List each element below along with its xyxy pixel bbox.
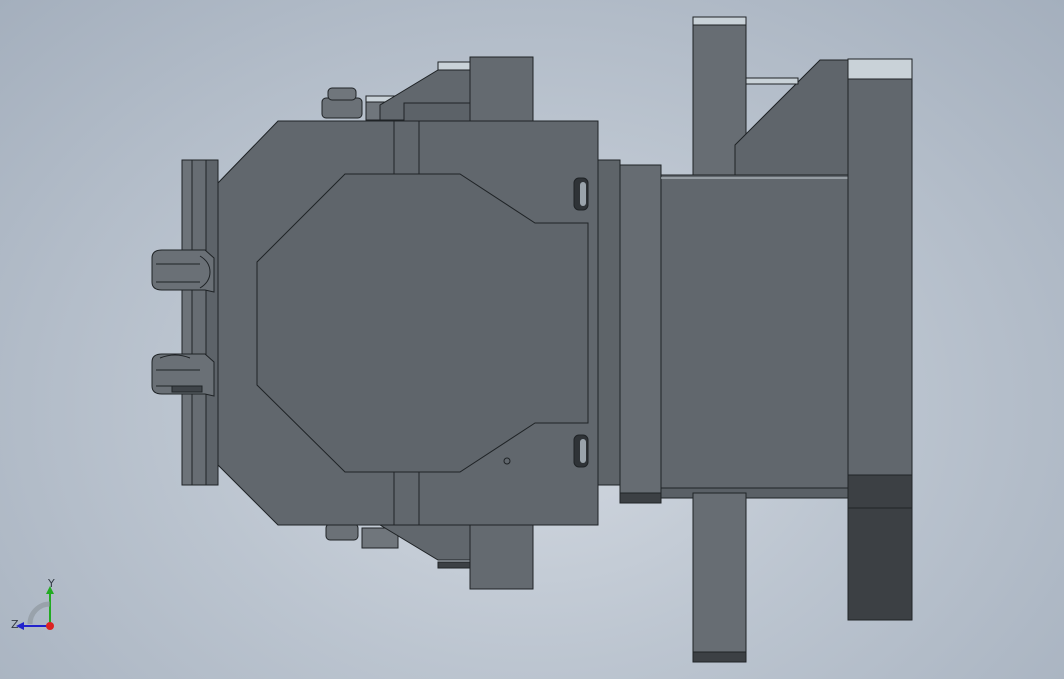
bottom-clip (151, 353, 215, 397)
z-axis-label: Z (11, 618, 19, 631)
upper-bevel (734, 59, 849, 176)
left-plate-outer (181, 159, 193, 486)
top-tab (469, 56, 534, 123)
left-plate-inner (205, 159, 219, 486)
flange-plate[interactable] (619, 164, 662, 504)
bottom-tab (469, 521, 534, 590)
lower-post (692, 492, 747, 663)
y-axis-label: Y (47, 578, 55, 590)
top-clip (151, 249, 215, 293)
motor-barrel[interactable] (660, 174, 849, 494)
x-axis-icon (46, 622, 54, 630)
cad-viewport[interactable] (0, 0, 1064, 679)
cad-model[interactable] (151, 16, 913, 663)
left-plate-mid (191, 159, 207, 486)
axis-triad: Y Z (11, 578, 55, 631)
neck (597, 159, 621, 486)
